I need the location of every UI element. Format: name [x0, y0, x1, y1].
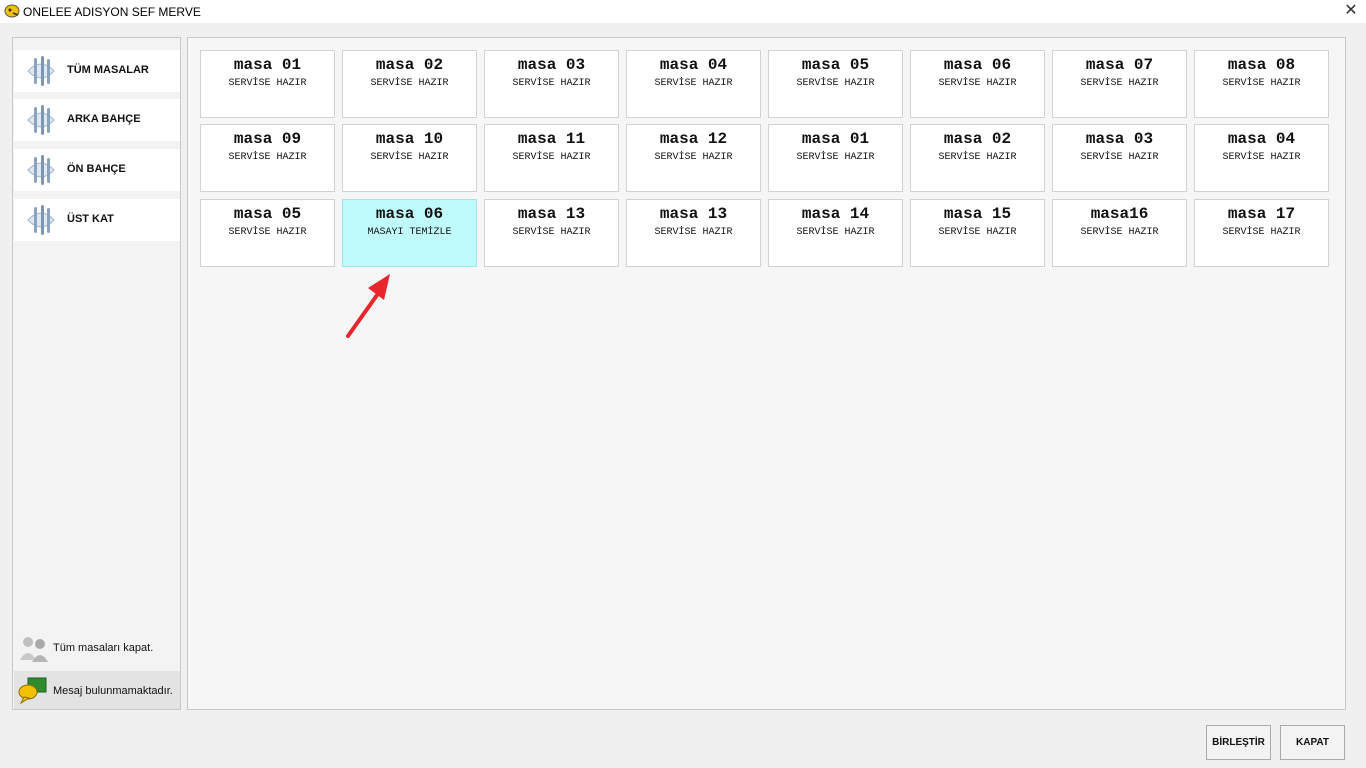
table-card[interactable]: masa 11 SERVİSE HAZIR — [484, 124, 619, 192]
cutlery-icon — [27, 56, 55, 86]
table-card[interactable]: masa 17 SERVİSE HAZIR — [1194, 199, 1329, 267]
table-name: masa 02 — [943, 130, 1012, 148]
sidebar-item-arka-bahce[interactable]: ARKA BAHÇE — [14, 99, 180, 141]
app-logo-icon — [4, 4, 20, 18]
table-status: SERVİSE HAZIR — [512, 78, 591, 89]
table-status: SERVİSE HAZIR — [938, 227, 1017, 238]
table-name: masa 13 — [517, 205, 586, 223]
chat-bubble-icon — [18, 677, 47, 704]
table-status: SERVİSE HAZIR — [512, 227, 591, 238]
table-card[interactable]: masa 14 SERVİSE HAZIR — [768, 199, 903, 267]
sidebar-item-label: ARKA BAHÇE — [67, 113, 141, 125]
table-name: masa 17 — [1227, 205, 1296, 223]
table-status: SERVİSE HAZIR — [654, 78, 733, 89]
table-status: SERVİSE HAZIR — [228, 152, 307, 163]
table-name: masa16 — [1090, 205, 1149, 223]
table-name: masa 10 — [375, 130, 444, 148]
table-card[interactable]: masa 07 SERVİSE HAZIR — [1052, 50, 1187, 118]
table-name: masa 03 — [1085, 130, 1154, 148]
table-card[interactable]: masa 03 SERVİSE HAZIR — [1052, 124, 1187, 192]
table-card[interactable]: masa 13 SERVİSE HAZIR — [626, 199, 761, 267]
table-status: SERVİSE HAZIR — [370, 152, 449, 163]
table-name: masa 12 — [659, 130, 728, 148]
table-status: SERVİSE HAZIR — [228, 78, 307, 89]
cutlery-icon — [27, 105, 55, 135]
message-status-label: Mesaj bulunmamaktadır. — [53, 685, 173, 697]
table-status: MASAYI TEMİZLE — [367, 227, 452, 238]
sidebar-item-label: TÜM MASALAR — [67, 64, 149, 76]
table-status: SERVİSE HAZIR — [228, 227, 307, 238]
table-status: SERVİSE HAZIR — [654, 227, 733, 238]
table-name: masa 07 — [1085, 56, 1154, 74]
table-name: masa 06 — [943, 56, 1012, 74]
table-name: masa 09 — [233, 130, 302, 148]
table-card[interactable]: masa 13 SERVİSE HAZIR — [484, 199, 619, 267]
table-name: masa 04 — [1227, 130, 1296, 148]
table-card[interactable]: masa16 SERVİSE HAZIR — [1052, 199, 1187, 267]
sidebar-item-tum-masalar[interactable]: TÜM MASALAR — [14, 50, 180, 92]
table-name: masa 11 — [517, 130, 586, 148]
table-name: masa 15 — [943, 205, 1012, 223]
table-card[interactable]: masa 12 SERVİSE HAZIR — [626, 124, 761, 192]
table-status: SERVİSE HAZIR — [938, 152, 1017, 163]
sidebar: TÜM MASALAR ARKA BAHÇE ÖN BAHÇE ÜST KAT — [12, 37, 181, 710]
table-status: SERVİSE HAZIR — [654, 152, 733, 163]
close-all-label: Tüm masaları kapat. — [53, 642, 154, 654]
merge-button[interactable]: BİRLEŞTİR — [1206, 725, 1271, 760]
table-status: SERVİSE HAZIR — [1222, 78, 1301, 89]
table-card[interactable]: masa 08 SERVİSE HAZIR — [1194, 50, 1329, 118]
table-status: SERVİSE HAZIR — [938, 78, 1017, 89]
table-card[interactable]: masa 04 SERVİSE HAZIR — [626, 50, 761, 118]
table-name: masa 08 — [1227, 56, 1296, 74]
table-card[interactable]: masa 06 SERVİSE HAZIR — [910, 50, 1045, 118]
table-card[interactable]: masa 02 SERVİSE HAZIR — [342, 50, 477, 118]
close-button[interactable]: KAPAT — [1280, 725, 1345, 760]
table-card[interactable]: masa 02 SERVİSE HAZIR — [910, 124, 1045, 192]
table-name: masa 02 — [375, 56, 444, 74]
table-card[interactable]: masa 03 SERVİSE HAZIR — [484, 50, 619, 118]
table-status: SERVİSE HAZIR — [1222, 152, 1301, 163]
table-card[interactable]: masa 01 SERVİSE HAZIR — [768, 124, 903, 192]
people-icon — [20, 637, 48, 662]
table-status: SERVİSE HAZIR — [796, 227, 875, 238]
sidebar-item-label: ÖN BAHÇE — [67, 163, 126, 175]
table-name: masa 03 — [517, 56, 586, 74]
table-name: masa 01 — [233, 56, 302, 74]
table-name: masa 04 — [659, 56, 728, 74]
table-name: masa 01 — [801, 130, 870, 148]
close-window-button[interactable]: ✕ — [1336, 0, 1366, 23]
messages-button[interactable]: Mesaj bulunmamaktadır. — [14, 671, 180, 709]
annotation-arrow-icon — [346, 274, 390, 338]
close-all-tables-button[interactable]: Tüm masaları kapat. — [14, 630, 180, 668]
table-status: SERVİSE HAZIR — [1080, 78, 1159, 89]
table-name: masa 13 — [659, 205, 728, 223]
table-status: SERVİSE HAZIR — [796, 78, 875, 89]
table-name: masa 05 — [801, 56, 870, 74]
table-status: SERVİSE HAZIR — [1080, 227, 1159, 238]
table-card[interactable]: masa 09 SERVİSE HAZIR — [200, 124, 335, 192]
table-card[interactable]: masa 10 SERVİSE HAZIR — [342, 124, 477, 192]
table-status: SERVİSE HAZIR — [1080, 152, 1159, 163]
sidebar-item-on-bahce[interactable]: ÖN BAHÇE — [14, 149, 180, 191]
sidebar-item-label: ÜST KAT — [67, 213, 114, 225]
table-card[interactable]: masa 01 SERVİSE HAZIR — [200, 50, 335, 118]
table-card[interactable]: masa 05 SERVİSE HAZIR — [200, 199, 335, 267]
table-name: masa 14 — [801, 205, 870, 223]
sidebar-item-ust-kat[interactable]: ÜST KAT — [14, 199, 180, 241]
table-card-needs-cleaning[interactable]: masa 06 MASAYI TEMİZLE — [342, 199, 477, 267]
title-bar: ONELEE ADISYON SEF MERVE ✕ — [0, 0, 1366, 23]
table-name: masa 05 — [233, 205, 302, 223]
tables-panel: masa 01 SERVİSE HAZIR masa 02 SERVİSE HAZI… — [187, 37, 1346, 710]
window-title: ONELEE ADISYON SEF MERVE — [23, 5, 201, 19]
table-name: masa 06 — [375, 205, 444, 223]
table-status: SERVİSE HAZIR — [796, 152, 875, 163]
table-status: SERVİSE HAZIR — [512, 152, 591, 163]
table-card[interactable]: masa 15 SERVİSE HAZIR — [910, 199, 1045, 267]
table-card[interactable]: masa 04 SERVİSE HAZIR — [1194, 124, 1329, 192]
table-status: SERVİSE HAZIR — [370, 78, 449, 89]
table-status: SERVİSE HAZIR — [1222, 227, 1301, 238]
table-card[interactable]: masa 05 SERVİSE HAZIR — [768, 50, 903, 118]
cutlery-icon — [27, 155, 55, 185]
cutlery-icon — [27, 205, 55, 235]
